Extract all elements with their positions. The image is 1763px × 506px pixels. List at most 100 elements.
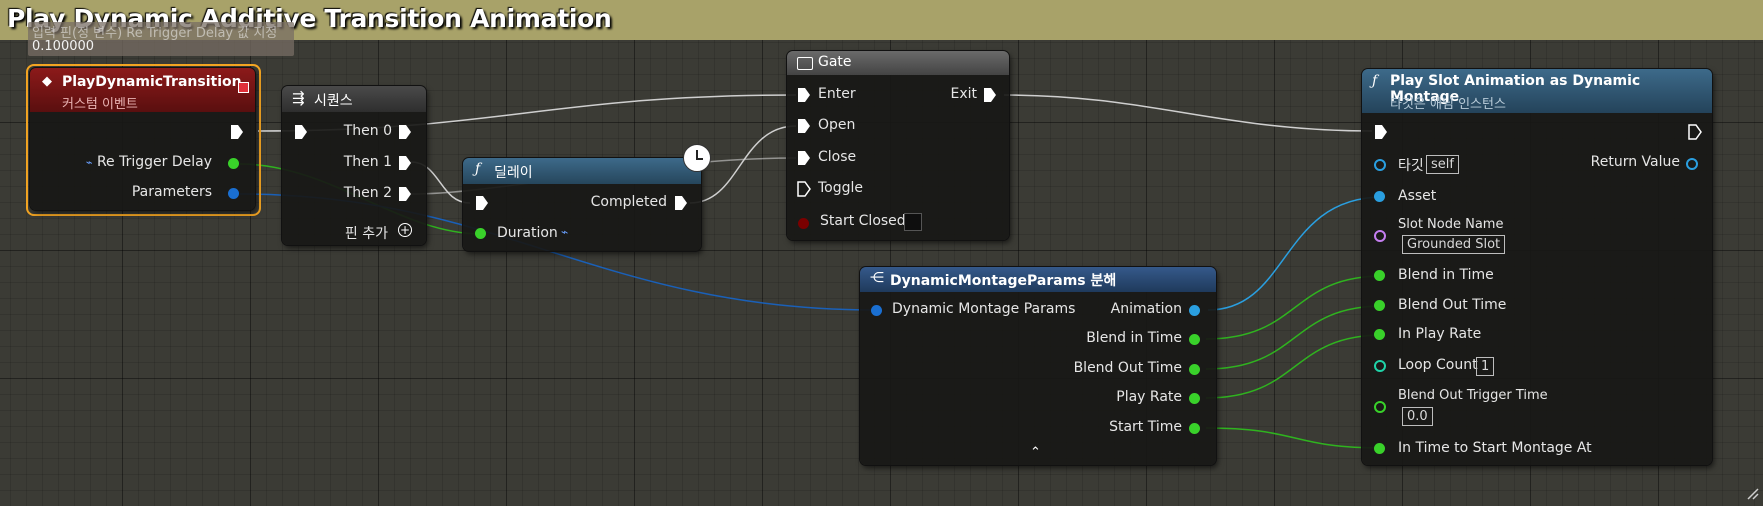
- blend-out-label: Blend Out Time: [1073, 360, 1182, 376]
- gate-node-header[interactable]: Gate: [787, 51, 1009, 75]
- collapse-chevron-icon[interactable]: ⌃: [1030, 445, 1041, 460]
- blend-out-pin[interactable]: [1374, 300, 1385, 311]
- exec-in-pin[interactable]: [294, 124, 308, 140]
- break-node-title: DynamicMontageParams 분해: [890, 273, 1117, 289]
- blend-in-out-pin[interactable]: [1189, 334, 1200, 345]
- function-icon: ƒ: [1372, 73, 1378, 89]
- target-pin[interactable]: [1374, 159, 1386, 171]
- target-value-field[interactable]: self: [1426, 155, 1459, 174]
- blueprint-graph-canvas[interactable]: Play Dynamic Additive Transition Animati…: [0, 0, 1763, 506]
- slot-node-name-label: Slot Node Name: [1398, 217, 1504, 232]
- completed-label: Completed: [590, 194, 667, 210]
- close-pin[interactable]: [797, 150, 811, 166]
- duration-label: Duration: [497, 225, 558, 241]
- toggle-label: Toggle: [818, 180, 864, 196]
- break-struct-node[interactable]: ⋲ DynamicMontageParams 분해 Dynamic Montag…: [860, 267, 1216, 465]
- start-closed-pin[interactable]: [798, 218, 809, 229]
- pin-tooltip: 입력 핀(정 변수) Re Trigger Delay 값 지정 0.10000…: [28, 22, 294, 56]
- then-0-label: Then 0: [343, 123, 392, 139]
- delegate-pin-icon[interactable]: [238, 82, 249, 93]
- sequence-node-title: 시퀀스: [314, 93, 353, 109]
- then-1-pin[interactable]: [398, 155, 412, 171]
- loop-count-label: Loop Count: [1398, 357, 1478, 373]
- exec-out-pin[interactable]: [1688, 124, 1702, 140]
- gate-node[interactable]: Gate Enter Exit Open Close Toggle Start …: [787, 51, 1009, 240]
- blend-in-label: Blend in Time: [1086, 330, 1182, 346]
- play-slot-node-subtitle: 타깃은 애님 인스턴스: [1390, 97, 1506, 112]
- sequence-node-header[interactable]: ⇶ 시퀀스: [282, 86, 426, 112]
- resize-grip-icon[interactable]: [1745, 486, 1759, 500]
- return-value-pin[interactable]: [1686, 158, 1698, 170]
- blend-out-trigger-field[interactable]: 0.0: [1402, 407, 1433, 426]
- asset-pin[interactable]: [1374, 191, 1385, 202]
- play-rate-label: In Play Rate: [1398, 326, 1482, 342]
- start-montage-at-label: In Time to Start Montage At: [1398, 440, 1592, 456]
- custom-event-node[interactable]: ◆ PlayDynamicTransition 커스텀 이벤트 ⌁ Re Tri…: [30, 68, 255, 210]
- tooltip-value: 0.100000: [32, 39, 95, 54]
- play-rate-label: Play Rate: [1116, 389, 1182, 405]
- float-out-pin[interactable]: [228, 158, 239, 169]
- add-pin-plus-icon[interactable]: +: [398, 223, 412, 237]
- enter-label: Enter: [818, 86, 856, 102]
- blend-out-out-pin[interactable]: [1189, 364, 1200, 375]
- play-slot-animation-node[interactable]: ƒ Play Slot Animation as Dynamic Montage…: [1362, 69, 1712, 465]
- blend-out-label: Blend Out Time: [1398, 297, 1507, 313]
- blend-in-pin[interactable]: [1374, 270, 1385, 281]
- pin-label-retrigger-delay: ⌁ Re Trigger Delay: [85, 154, 212, 170]
- variable-icon: ⌁: [561, 225, 569, 239]
- event-node-header[interactable]: ◆ PlayDynamicTransition 커스텀 이벤트: [30, 68, 255, 112]
- break-node-header[interactable]: ⋲ DynamicMontageParams 분해: [860, 267, 1216, 292]
- then-0-pin[interactable]: [398, 124, 412, 140]
- variable-icon: ⌁: [85, 156, 93, 169]
- slot-node-name-pin[interactable]: [1374, 230, 1386, 242]
- play-rate-pin[interactable]: [1374, 329, 1385, 340]
- add-pin-label[interactable]: 핀 추가: [345, 223, 388, 243]
- loop-count-pin[interactable]: [1374, 360, 1386, 372]
- open-pin[interactable]: [797, 118, 811, 134]
- loop-count-field[interactable]: 1: [1476, 357, 1495, 376]
- function-icon: ƒ: [475, 161, 481, 177]
- exec-in-pin[interactable]: [475, 195, 489, 211]
- start-time-out-pin[interactable]: [1189, 423, 1200, 434]
- animation-label: Animation: [1110, 301, 1182, 317]
- enter-pin[interactable]: [797, 87, 811, 103]
- exec-in-pin[interactable]: [1374, 124, 1388, 140]
- struct-out-pin[interactable]: [228, 188, 239, 199]
- target-label: 타깃: [1398, 158, 1424, 174]
- delay-node-title: 딜레이: [494, 165, 533, 181]
- exec-wire-exit-playslot: [1003, 94, 1373, 132]
- close-label: Close: [818, 149, 857, 165]
- exec-out-pin[interactable]: [230, 124, 244, 140]
- gate-icon: [797, 57, 813, 70]
- return-value-label: Return Value: [1590, 154, 1680, 170]
- sequence-icon: ⇶: [292, 89, 305, 107]
- slot-node-name-field[interactable]: Grounded Slot: [1402, 235, 1506, 254]
- completed-pin[interactable]: [674, 195, 688, 211]
- then-2-label: Then 2: [343, 185, 392, 201]
- clock-icon: [683, 144, 711, 172]
- exit-pin[interactable]: [983, 87, 997, 103]
- delay-node-header[interactable]: ƒ 딜레이: [463, 158, 701, 184]
- then-2-pin[interactable]: [398, 186, 412, 202]
- open-label: Open: [818, 117, 856, 133]
- blend-out-trigger-pin[interactable]: [1374, 401, 1386, 413]
- then-1-label: Then 1: [343, 154, 392, 170]
- delay-node[interactable]: ƒ 딜레이 Completed Duration ⌁: [463, 144, 711, 251]
- blend-out-trigger-label: Blend Out Trigger Time: [1398, 388, 1548, 403]
- pin-label-parameters: Parameters: [131, 184, 212, 200]
- duration-pin[interactable]: [475, 228, 486, 239]
- blend-in-label: Blend in Time: [1398, 267, 1494, 283]
- dynamic-montage-params-label: Dynamic Montage Params: [892, 301, 1076, 317]
- struct-in-pin[interactable]: [871, 305, 882, 316]
- gate-node-title: Gate: [818, 54, 852, 70]
- sequence-node[interactable]: ⇶ 시퀀스 Then 0 Then 1 Then 2 핀 추가 +: [282, 86, 426, 245]
- toggle-pin[interactable]: [797, 181, 811, 197]
- start-closed-checkbox[interactable]: [904, 213, 922, 231]
- animation-out-pin[interactable]: [1189, 305, 1200, 316]
- play-slot-node-header[interactable]: ƒ Play Slot Animation as Dynamic Montage…: [1362, 69, 1712, 113]
- play-rate-out-pin[interactable]: [1189, 393, 1200, 404]
- start-time-label: Start Time: [1109, 419, 1182, 435]
- break-struct-icon: ⋲: [870, 270, 884, 286]
- object-wire-animation-asset: [1207, 196, 1384, 311]
- start-montage-at-pin[interactable]: [1374, 443, 1385, 454]
